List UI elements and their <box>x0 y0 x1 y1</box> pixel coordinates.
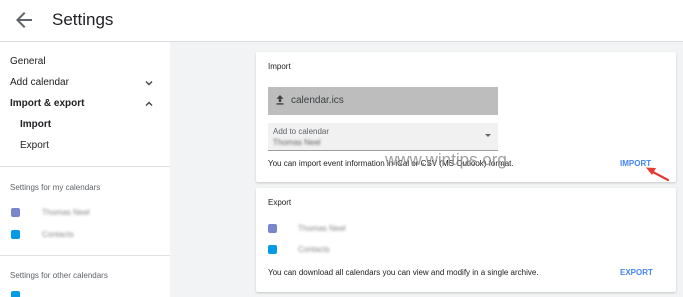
sidebar-item-import[interactable]: Import <box>20 119 51 130</box>
annotation-arrow-icon <box>646 167 670 182</box>
import-card-title: Import <box>268 62 291 71</box>
select-label: Add to calendar <box>273 127 330 136</box>
sidebar-item-import-export[interactable]: Import & export <box>10 98 84 109</box>
selected-file-name: calendar.ics <box>291 95 344 106</box>
top-bar: Settings <box>0 0 683 42</box>
chevron-up-icon[interactable] <box>144 99 154 109</box>
export-card: Export Thomas Neel Contacts You can down… <box>256 188 676 292</box>
export-button[interactable]: EXPORT <box>620 268 653 277</box>
sidebar-divider <box>0 255 170 256</box>
main-content: Import calendar.ics Add to calendar Thom… <box>170 42 683 297</box>
calendar-color-swatch <box>11 230 20 239</box>
my-calendars-heading: Settings for my calendars <box>10 183 101 192</box>
add-to-calendar-select[interactable]: Add to calendar Thomas Neel <box>268 123 498 151</box>
sidebar-calendar-name[interactable]: Contacts <box>42 230 74 239</box>
sidebar-item-add-calendar[interactable]: Add calendar <box>10 77 69 88</box>
calendar-color-swatch <box>11 291 20 297</box>
sidebar-item-general[interactable]: General <box>10 56 46 67</box>
sidebar-divider <box>0 166 170 167</box>
export-description: You can download all calendars you can v… <box>268 268 539 277</box>
calendar-color-swatch <box>268 224 277 233</box>
dropdown-arrow-icon <box>485 134 491 137</box>
upload-icon <box>276 95 284 105</box>
import-card: Import calendar.ics Add to calendar Thom… <box>256 52 676 182</box>
sidebar-item-export[interactable]: Export <box>20 140 49 151</box>
sidebar-calendar-name[interactable]: Thomas Neel <box>42 208 90 217</box>
select-value: Thomas Neel <box>273 138 321 147</box>
export-card-title: Export <box>268 198 292 207</box>
watermark: www.wintips.org <box>385 150 507 169</box>
other-calendars-heading: Settings for other calendars <box>10 271 108 280</box>
calendar-color-swatch <box>268 245 277 254</box>
file-select-button[interactable]: calendar.ics <box>268 87 498 115</box>
chevron-down-icon[interactable] <box>144 78 154 88</box>
export-calendar-name: Thomas Neel <box>298 224 346 233</box>
page-title: Settings <box>52 10 114 29</box>
settings-sidebar: General Add calendar Import & export Imp… <box>0 42 170 297</box>
calendar-color-swatch <box>11 208 20 217</box>
export-calendar-name: Contacts <box>298 245 330 254</box>
back-arrow-icon[interactable] <box>12 8 36 32</box>
